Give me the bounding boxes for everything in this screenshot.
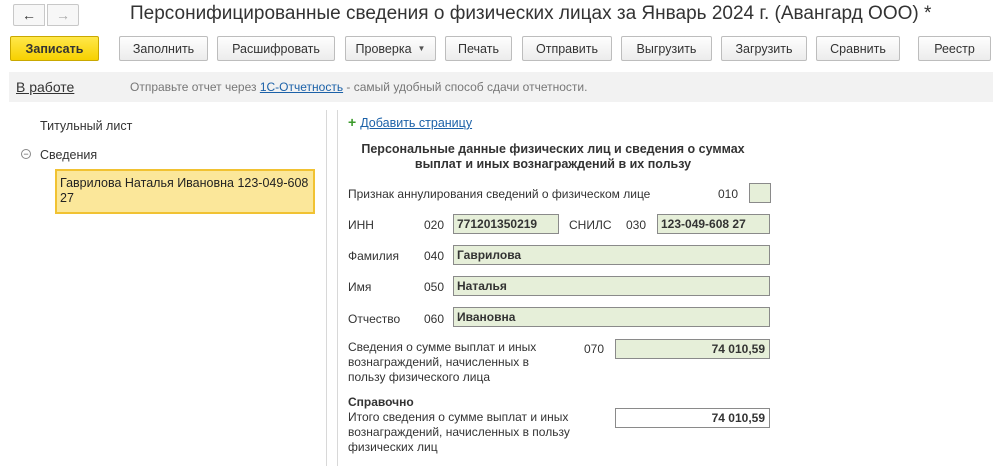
decode-button[interactable]: Расшифровать bbox=[217, 36, 335, 61]
check-button-label: Проверка bbox=[355, 41, 412, 56]
hint-text-before: Отправьте отчет через bbox=[130, 80, 260, 94]
total-field: 74 010,59 bbox=[615, 408, 770, 428]
annul-label: Признак аннулирования сведений о физичес… bbox=[348, 187, 651, 201]
back-button[interactable]: ← bbox=[13, 4, 45, 26]
name-code: 050 bbox=[424, 280, 445, 294]
sections-tree: Титульный лист − Сведения Гаврилова Ната… bbox=[9, 110, 327, 466]
add-page-label: Добавить страницу bbox=[360, 116, 473, 130]
inn-code: 020 bbox=[424, 218, 445, 232]
inn-label: ИНН bbox=[348, 218, 374, 232]
total-label: Итого сведения о сумме выплат и иных воз… bbox=[348, 410, 570, 454]
inn-field[interactable]: 771201350219 bbox=[453, 214, 559, 234]
check-dropdown-button[interactable]: Проверка ▼ bbox=[345, 36, 436, 61]
name-label: Имя bbox=[348, 280, 372, 294]
status-hint: Отправьте отчет через 1С-Отчетность - са… bbox=[130, 80, 587, 94]
add-page-link[interactable]: + Добавить страницу bbox=[348, 114, 472, 130]
name-field[interactable]: Наталья bbox=[453, 276, 770, 296]
toolbar: Записать Заполнить Расшифровать Проверка… bbox=[0, 36, 993, 64]
export-button[interactable]: Выгрузить bbox=[621, 36, 712, 61]
snils-code: 030 bbox=[626, 218, 647, 232]
status-link[interactable]: В работе bbox=[16, 79, 74, 95]
registry-button[interactable]: Реестр bbox=[918, 36, 991, 61]
forward-button[interactable]: → bbox=[47, 4, 79, 26]
snils-label: СНИЛС bbox=[569, 218, 612, 232]
tree-item-selected-person[interactable]: Гаврилова Наталья Ивановна 123-049-608 2… bbox=[55, 169, 315, 214]
payments-field[interactable]: 74 010,59 bbox=[615, 339, 770, 359]
arrow-left-icon: ← bbox=[22, 7, 36, 23]
hint-text-after: - самый удобный способ сдачи отчетности. bbox=[343, 80, 588, 94]
reporting-link[interactable]: 1С-Отчетность bbox=[260, 80, 343, 94]
form-panel: + Добавить страницу Персональные данные ф… bbox=[337, 110, 993, 466]
patronymic-field[interactable]: Ивановна bbox=[453, 307, 770, 327]
collapse-icon[interactable]: − bbox=[21, 149, 31, 159]
send-button[interactable]: Отправить bbox=[522, 36, 612, 61]
annul-code: 010 bbox=[718, 187, 739, 201]
patronymic-code: 060 bbox=[424, 312, 445, 326]
save-button[interactable]: Записать bbox=[10, 36, 99, 61]
fill-button[interactable]: Заполнить bbox=[119, 36, 208, 61]
annul-checkbox[interactable] bbox=[749, 183, 771, 203]
surname-label: Фамилия bbox=[348, 249, 399, 263]
arrow-right-icon: → bbox=[56, 7, 70, 23]
tree-item-title-page[interactable]: Титульный лист bbox=[40, 119, 132, 133]
import-button[interactable]: Загрузить bbox=[721, 36, 807, 61]
title-bar: ← → Персонифицированные сведения о физич… bbox=[0, 0, 993, 32]
patronymic-label: Отчество bbox=[348, 312, 401, 326]
surname-field[interactable]: Гаврилова bbox=[453, 245, 770, 265]
payments-code: 070 bbox=[584, 342, 605, 356]
tree-item-section[interactable]: Сведения bbox=[40, 148, 97, 162]
chevron-down-icon: ▼ bbox=[417, 44, 426, 53]
form-heading: Персональные данные физических лиц и све… bbox=[361, 142, 745, 171]
surname-code: 040 bbox=[424, 249, 445, 263]
reference-heading: Справочно bbox=[348, 395, 414, 409]
snils-field[interactable]: 123-049-608 27 bbox=[657, 214, 770, 234]
payments-label: Сведения о сумме выплат и иных вознаграж… bbox=[348, 340, 537, 384]
compare-button[interactable]: Сравнить bbox=[816, 36, 900, 61]
print-button[interactable]: Печать bbox=[445, 36, 512, 61]
window-title: Персонифицированные сведения о физически… bbox=[130, 3, 932, 24]
status-bar: В работе Отправьте отчет через 1С-Отчетн… bbox=[9, 72, 993, 102]
plus-icon: + bbox=[348, 114, 357, 130]
